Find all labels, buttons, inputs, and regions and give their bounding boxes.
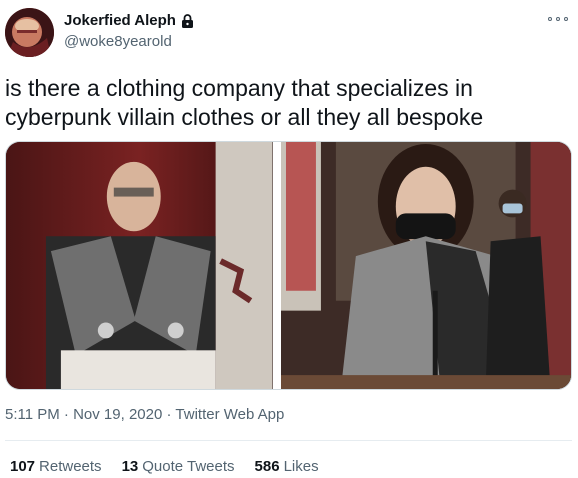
quote-tweets-count: 13 xyxy=(121,458,139,475)
tweet-meta: 5:11 PM · Nov 19, 2020 · Twitter Web App xyxy=(5,406,284,423)
photo-woman-in-mask[interactable] xyxy=(280,142,571,389)
tweet-time[interactable]: 5:11 PM xyxy=(5,406,60,423)
retweets-count: 107 xyxy=(10,458,36,475)
divider xyxy=(5,440,572,441)
meta-separator: · xyxy=(166,406,172,423)
likes-label: Likes xyxy=(283,458,319,475)
tweet-date[interactable]: Nov 19, 2020 xyxy=(73,406,162,423)
retweets-stat[interactable]: 107 Retweets xyxy=(10,458,102,475)
meta-separator: · xyxy=(63,406,69,423)
tweet-media[interactable] xyxy=(5,141,572,390)
avatar[interactable] xyxy=(5,8,54,57)
likes-stat[interactable]: 586 Likes xyxy=(255,458,319,475)
user-handle[interactable]: @woke8yearold xyxy=(64,33,172,50)
tweet-text: is there a clothing company that special… xyxy=(5,75,484,130)
retweets-label: Retweets xyxy=(39,458,102,475)
display-name[interactable]: Jokerfied Aleph xyxy=(64,12,195,29)
tweet-source[interactable]: Twitter Web App xyxy=(175,406,284,423)
quote-tweets-label: Quote Tweets xyxy=(142,458,235,475)
tweet: Jokerfied Aleph @woke8yearold is there a… xyxy=(0,0,578,478)
photo-man-in-robe[interactable] xyxy=(6,142,273,389)
display-name-text[interactable]: Jokerfied Aleph xyxy=(64,12,176,29)
likes-count: 586 xyxy=(254,458,280,475)
tweet-stats: 107 Retweets 13 Quote Tweets 586 Likes xyxy=(10,458,319,475)
quote-tweets-stat[interactable]: 13 Quote Tweets xyxy=(122,458,235,475)
lock-icon xyxy=(180,13,195,29)
more-icon[interactable] xyxy=(548,12,568,26)
